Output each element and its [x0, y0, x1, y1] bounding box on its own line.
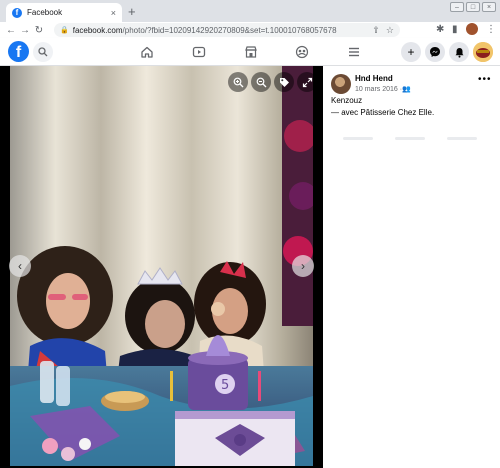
tab-close-icon[interactable]: ×: [111, 8, 116, 18]
messenger-icon: [430, 47, 440, 57]
plus-icon: +: [407, 45, 415, 59]
minimize-icon[interactable]: –: [450, 2, 464, 12]
loading-placeholder-bar: [343, 137, 373, 140]
loading-placeholder-bar: [447, 137, 477, 140]
zoom-out-button[interactable]: [251, 72, 271, 92]
post-timestamp[interactable]: 10 mars 2016 ·👥: [355, 85, 411, 93]
fullscreen-button[interactable]: [297, 72, 317, 92]
url-text[interactable]: facebook.com/photo/?fbid=102091429202708…: [73, 26, 367, 35]
with-prefix: — avec: [331, 108, 361, 117]
lock-icon: 🔒: [60, 27, 69, 34]
facebook-favicon-icon: f: [12, 7, 22, 18]
author-avatar[interactable]: [331, 74, 351, 94]
new-tab-button[interactable]: +: [128, 4, 136, 19]
browser-tab-strip: f Facebook × + – □ ×: [0, 0, 500, 22]
window-controls: – □ ×: [450, 2, 496, 12]
chevron-right-icon: ›: [301, 259, 305, 273]
author-name[interactable]: Hnd Hend: [355, 74, 393, 83]
audience-friends-icon: ·👥: [399, 86, 411, 93]
tagged-page-link[interactable]: Pâtisserie Chez Elle: [360, 108, 432, 117]
bell-icon: [455, 47, 463, 58]
profile-picture-icon: [473, 42, 493, 62]
post-caption: Kenzouz: [331, 96, 363, 105]
browser-toolbar: ← → ↻ 🔒 facebook.com/photo/?fbid=1020914…: [0, 22, 500, 38]
create-button[interactable]: +: [401, 42, 421, 62]
reload-icon[interactable]: ↻: [32, 25, 46, 36]
account-avatar[interactable]: [473, 42, 493, 62]
profile-avatar-icon[interactable]: [466, 23, 478, 35]
post-date[interactable]: 10 mars 2016: [355, 86, 398, 93]
bookmark-star-icon[interactable]: ☆: [386, 25, 394, 36]
zoom-in-button[interactable]: [228, 72, 248, 92]
tag-photo-button[interactable]: [274, 72, 294, 92]
messenger-button[interactable]: [425, 42, 445, 62]
post-photo[interactable]: 5: [10, 66, 313, 466]
chevron-left-icon: ‹: [18, 259, 22, 273]
more-options-icon[interactable]: •••: [478, 74, 492, 85]
tag-icon: [279, 77, 289, 87]
forward-arrow-icon[interactable]: →: [18, 25, 32, 36]
browser-menu-icon[interactable]: ⋮: [486, 24, 496, 35]
expand-icon: [302, 77, 312, 87]
marketplace-icon[interactable]: [244, 45, 258, 59]
facebook-header: f +: [0, 38, 500, 66]
watch-video-icon[interactable]: [192, 45, 206, 59]
side-panel-icon[interactable]: ▮: [452, 24, 458, 35]
tagged-with: — avec Pâtisserie Chez Elle.: [331, 108, 434, 117]
zoom-in-icon: [233, 77, 243, 87]
back-arrow-icon[interactable]: ←: [4, 25, 18, 36]
tab-title: Facebook: [27, 8, 63, 17]
extensions-puzzle-icon[interactable]: ✱: [436, 24, 444, 35]
groups-icon[interactable]: [295, 45, 309, 59]
maximize-icon[interactable]: □: [466, 2, 480, 12]
home-icon[interactable]: [140, 45, 154, 59]
svg-text:5: 5: [221, 378, 229, 393]
share-icon[interactable]: ⇪: [372, 25, 380, 36]
close-window-icon[interactable]: ×: [482, 2, 496, 12]
facebook-logo[interactable]: f: [8, 41, 29, 62]
birthday-party-photo: 5: [10, 66, 313, 466]
previous-photo-button[interactable]: ‹: [9, 255, 31, 277]
notifications-button[interactable]: [449, 42, 469, 62]
loading-placeholder-bar: [395, 137, 425, 140]
address-bar[interactable]: 🔒 facebook.com/photo/?fbid=1020914292027…: [54, 23, 400, 37]
post-details-panel: Hnd Hend 10 mars 2016 ·👥 ••• Kenzouz — a…: [323, 66, 500, 468]
search-icon: [38, 47, 48, 57]
menu-hamburger-icon[interactable]: [347, 45, 361, 59]
photo-viewer: 5 ‹ ›: [0, 66, 323, 468]
next-photo-button[interactable]: ›: [292, 255, 314, 277]
zoom-out-icon: [256, 77, 266, 87]
browser-tab[interactable]: f Facebook ×: [6, 3, 122, 22]
tag-suffix: .: [431, 108, 435, 117]
search-button[interactable]: [33, 42, 53, 62]
